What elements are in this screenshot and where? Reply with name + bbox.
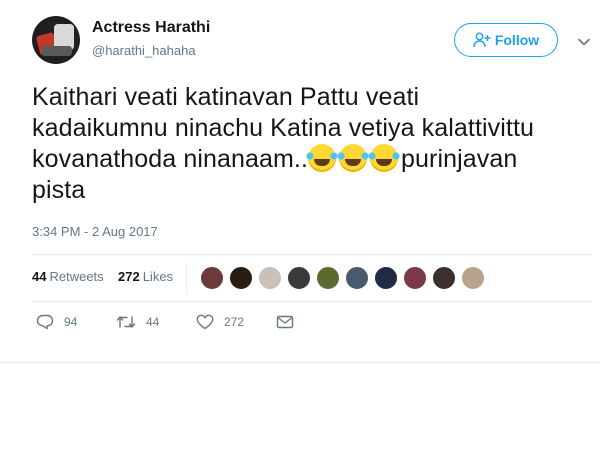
stats-divider — [186, 263, 187, 293]
tweet-timestamp[interactable]: 3:34 PM - 2 Aug 2017 — [32, 224, 158, 239]
avatar-shape — [42, 46, 72, 56]
liker-avatar[interactable] — [461, 266, 485, 290]
liker-avatar[interactable] — [374, 266, 398, 290]
liker-avatar[interactable] — [345, 266, 369, 290]
laughing-emoji-icon — [337, 144, 370, 172]
heart-icon — [196, 314, 214, 330]
retweets-stat[interactable]: 44 Retweets — [32, 269, 104, 284]
likes-stat[interactable]: 272 Likes — [118, 269, 173, 284]
retweet-count: 44 — [146, 315, 160, 329]
liker-avatar[interactable] — [229, 266, 253, 290]
reply-icon — [36, 314, 54, 330]
retweets-label: Retweets — [49, 269, 104, 284]
retweet-icon — [116, 316, 136, 328]
like-count: 272 — [224, 315, 245, 329]
retweet-button[interactable]: 44 — [116, 314, 159, 330]
direct-message-button[interactable] — [276, 314, 304, 330]
tweet-actions: 94 44 272 — [32, 312, 592, 336]
envelope-icon — [276, 315, 294, 329]
laughing-emoji-icon — [306, 144, 339, 172]
liker-avatar[interactable] — [287, 266, 311, 290]
reply-button[interactable]: 94 — [36, 314, 77, 330]
liker-avatar[interactable] — [316, 266, 340, 290]
user-handle[interactable]: @harathi_hahaha — [92, 43, 196, 58]
avatar[interactable] — [32, 16, 80, 64]
tweet-text: Kaithari veati katinavan Pattu veati kad… — [32, 82, 592, 206]
likes-label: Likes — [142, 269, 174, 284]
follow-button[interactable]: Follow — [454, 23, 558, 57]
liker-avatar[interactable] — [258, 266, 282, 290]
liker-avatar[interactable] — [200, 266, 224, 290]
tweet-line: pista — [32, 176, 86, 204]
likes-count: 272 — [118, 269, 140, 284]
liker-avatar[interactable] — [432, 266, 456, 290]
tweet-line: purinjavan — [401, 145, 518, 173]
retweets-count: 44 — [32, 269, 47, 284]
like-button[interactable]: 272 — [196, 314, 244, 330]
tweet-line: kadaikumnu ninachu Katina vetiya kalatti… — [32, 114, 535, 142]
tweet-line: Kaithari veati katinavan Pattu veati — [32, 83, 420, 111]
tweet-line: kovanathoda ninanaam.. — [32, 145, 309, 173]
display-name[interactable]: Actress Harathi — [92, 19, 210, 37]
reply-count: 94 — [64, 315, 78, 329]
add-user-icon — [473, 32, 491, 48]
laughing-emoji-icon — [368, 144, 401, 172]
tweet-stats: 44 Retweets 272 Likes — [32, 254, 592, 302]
chevron-down-icon[interactable] — [576, 34, 592, 50]
liker-avatar[interactable] — [403, 266, 427, 290]
tweet-card: Actress Harathi @harathi_hahaha Follow K… — [0, 0, 600, 363]
follow-label: Follow — [494, 32, 540, 48]
